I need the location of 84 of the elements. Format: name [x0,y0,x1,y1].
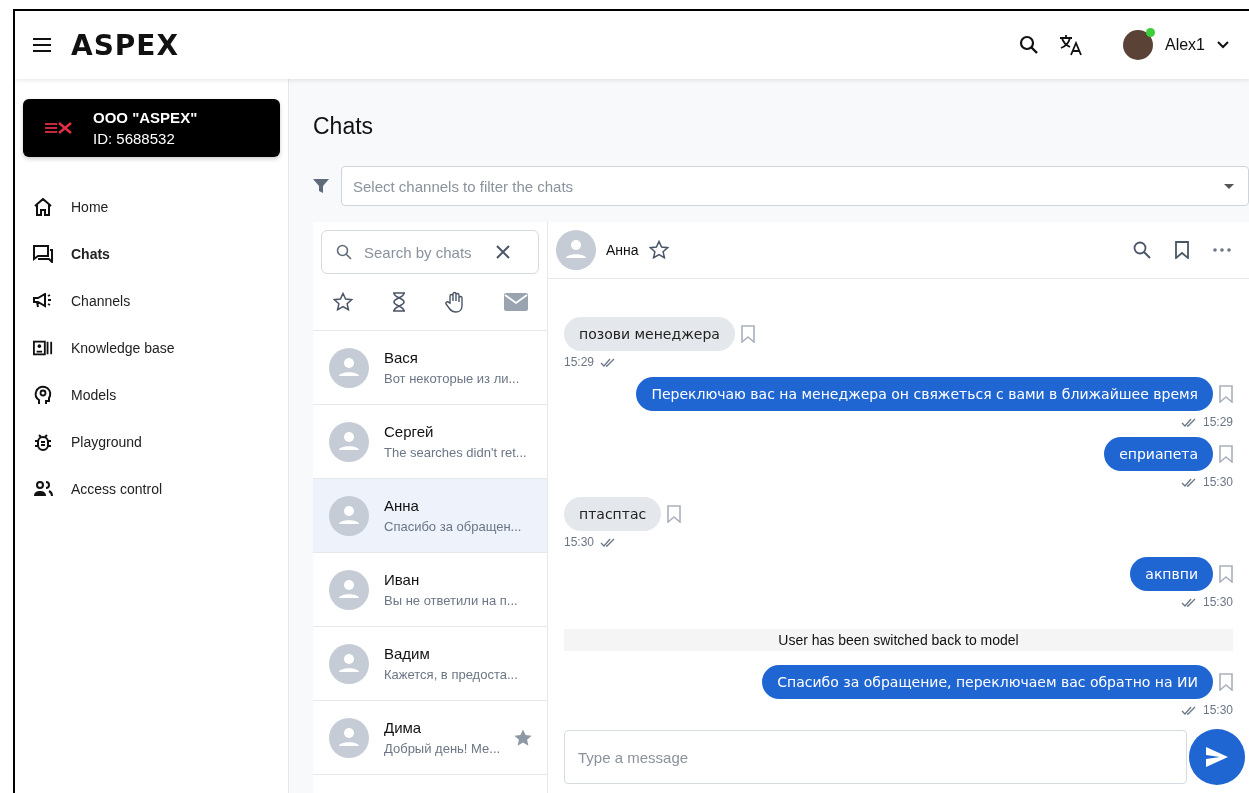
translate-icon[interactable] [1058,34,1083,56]
search-icon[interactable] [1133,241,1151,259]
nav-item[interactable]: Channels [23,277,280,324]
star-outline-icon[interactable] [648,240,669,260]
bug-icon [33,431,53,452]
message-bubble: Спасибо за обращение, переключаем вас обратно на ИИ [762,665,1213,699]
message-bubble: еприапета [1104,437,1213,471]
chat-list-item[interactable]: Иван Вы не ответили на п... [313,553,547,627]
chat-list-item[interactable]: Анна Спасибо за обращен... [313,479,547,553]
message-preview: Вы не ответили на п... [384,593,519,608]
hand-icon[interactable] [444,291,465,313]
megaphone-icon [33,292,53,309]
message-time: 15:30 [1202,595,1233,609]
nav-item[interactable]: Home [23,183,280,230]
message-preview: Вот некоторые из ли... [384,371,521,386]
contact-name: Дима [384,719,423,736]
contact-name: Вадим [384,645,431,662]
system-notice: User has been switched back to model [564,629,1233,651]
org-logo-icon [45,122,73,134]
nav-item[interactable]: Chats [23,230,280,277]
message-preview: Добрый день! Ме... [384,741,498,756]
avatar-icon [329,643,369,684]
page-title: Chats [313,113,375,140]
message-preview: Кажется, в предоста... [384,667,519,682]
send-icon [1206,747,1228,767]
message-bubble: акпвпи [1130,557,1213,591]
home-icon [33,197,53,216]
filter-icon [313,178,329,194]
avatar-icon [329,347,369,388]
double-check-icon [1180,477,1197,487]
contact-name: Анна [384,497,420,514]
chat-list-item[interactable]: Вадим Кажется, в предоста... [313,627,547,701]
avatar-icon [329,569,369,610]
contact-name: Вася [384,349,419,366]
message-time: 15:30 [1202,703,1233,717]
message-input[interactable]: Type a message [564,730,1187,784]
message-time: 15:29 [1202,415,1233,429]
avatar-icon [329,717,369,758]
more-icon[interactable] [1213,248,1231,252]
contact-card-icon [33,339,53,356]
message-time: 15:29 [564,355,595,369]
user-name[interactable]: Alex1 [1164,36,1205,54]
double-check-icon [1180,705,1197,715]
contact-name: Анна [606,242,639,258]
message-time: 15:30 [1202,475,1233,489]
double-check-icon [600,537,617,547]
message-bubble: Переключаю вас на менеджера он свяжеться с вами в ближайшее время [636,377,1213,411]
bookmark-icon[interactable] [1175,241,1189,259]
nav-item[interactable]: Models [23,371,280,418]
contact-name: Иван [384,571,421,588]
people-icon [33,480,53,497]
star-outline-icon[interactable] [332,292,353,312]
dropdown-caret-icon [1224,183,1234,189]
double-check-icon [1180,597,1197,607]
organization-card[interactable]: OOO "ASPEX" ID: 5688532 [23,99,280,157]
search-icon[interactable] [1018,35,1039,55]
nav-item[interactable]: Playground [23,418,280,465]
chat-icon [33,244,53,263]
chat-list-item[interactable]: Вася Вот некоторые из ли... [313,331,547,405]
double-check-icon [600,357,617,367]
message-preview: The searches didn't ret... [384,445,528,460]
close-icon[interactable] [496,245,510,259]
message-time: 15:30 [564,535,595,549]
chat-list-item[interactable]: Дима Добрый день! Ме... [313,701,547,775]
head-icon [33,384,53,405]
organization-name: OOO "ASPEX" [93,109,198,126]
chevron-down-icon[interactable] [1217,41,1229,49]
nav-item[interactable]: Knowledge base [23,324,280,371]
hourglass-icon[interactable] [391,292,406,312]
nav-item[interactable]: Access control [23,465,280,512]
avatar-icon [329,495,369,536]
send-button[interactable] [1189,729,1245,785]
contact-name: Сергей [384,423,435,440]
message-bubble: птасптас [564,497,662,531]
menu-icon[interactable] [33,38,51,52]
message-preview: Спасибо за обращен... [384,519,523,534]
avatar-icon [329,421,369,462]
double-check-icon [1180,417,1197,427]
message-bubble: позови менеджера [564,317,735,351]
user-avatar[interactable] [1122,30,1153,60]
avatar-icon [556,230,596,270]
organization-id: ID: 5688532 [93,130,176,147]
logo: ASPEX [71,28,180,62]
search-icon [336,244,352,260]
